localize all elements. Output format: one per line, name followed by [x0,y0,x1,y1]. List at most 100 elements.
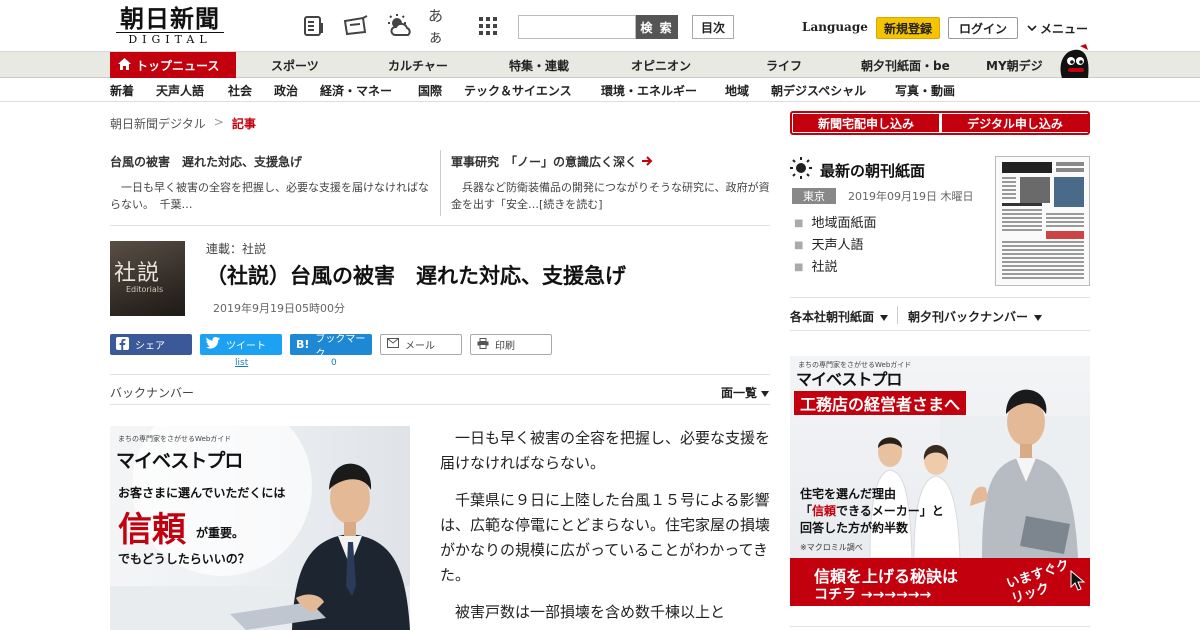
related-article[interactable]: 軍事研究 「ノー」の意識広く深く 兵器など防衛装備品の開発につながりそうな研究に… [451,153,771,213]
subnav-item[interactable]: 国際 [418,78,442,102]
divider [790,297,1090,298]
related-title-text: 軍事研究 「ノー」の意識広く深く [451,155,638,169]
subnav-item[interactable]: 経済・マネー [320,78,392,102]
branch-paper-dropdown[interactable]: 各本社朝刊紙面 [790,308,889,325]
share-label: シェア [135,341,165,352]
print-label: 印刷 [495,341,515,352]
weather-icon[interactable] [386,12,414,40]
sidebar-advertisement[interactable]: まちの専門家をさがせるWebガイド マイベストプロ 工務店の経営者さまへ 住宅を… [790,356,1090,606]
news-icon[interactable] [342,12,370,40]
related-title[interactable]: 台風の被害 遅れた対応、支援急げ [110,153,430,171]
mail-label: メール [405,341,435,352]
paper-date: 2019年09月19日 木曜日 [848,190,974,203]
divider [110,374,770,375]
sun-icon [790,157,812,183]
bullet-icon: ■ [794,262,804,273]
list-item[interactable]: ■ 天声人語 [794,235,876,257]
search-button[interactable]: 検 索 [636,15,678,39]
paper-links: ■ 地域面紙面 ■ 天声人語 ■ 社説 [794,213,876,279]
divider [897,306,898,324]
login-button[interactable]: ログイン [948,17,1018,39]
site-logo[interactable]: 朝日新聞 DIGITAL [110,6,230,46]
subscribe-paper-button[interactable]: 新聞宅配申し込み [793,114,939,132]
nav-item-sports[interactable]: スポーツ [271,52,319,78]
list-item[interactable]: ■ 社説 [794,257,876,279]
ad-line: 「信頼できるメーカー」と [800,503,944,520]
list-all-dropdown[interactable]: 面一覧 [721,384,770,401]
tweet-count[interactable]: list [235,358,248,368]
series-label[interactable]: 連載：社説 [206,240,266,257]
ad-line: でもどうしたらいいの？ [118,552,250,566]
twitter-icon [206,337,220,352]
nav-item-culture[interactable]: カルチャー [388,52,448,78]
subnav-item[interactable]: テック＆サイエンス [464,78,572,102]
article-title: （社説）台風の被害 遅れた対応、支援急げ [206,264,626,288]
article-paragraph: 被害戸数は一部損壊を含め数千棟以上と [455,603,726,621]
secondary-nav: 新着 天声人語 社会 政治 経済・マネー 国際 テック＆サイエンス 環境・エネル… [0,78,1200,102]
nav-item-features[interactable]: 特集・連載 [509,52,569,78]
nav-item-my-asahi[interactable]: MY朝デジ [986,52,1043,78]
menu-button[interactable]: メニュー [1026,20,1088,37]
mascot-icon[interactable] [1054,44,1092,80]
newspaper-thumbnail[interactable] [995,156,1090,286]
subscribe-digital-button[interactable]: デジタル申し込み [942,114,1088,132]
latest-title-text: 最新の朝刊紙面 [820,161,926,180]
print-button[interactable]: 印刷 [470,334,552,355]
tweet-button[interactable]: ツイート [200,334,282,355]
ad-line: お客さまに選んでいただくには [118,486,286,500]
breadcrumb-current: 記事 [231,117,256,131]
backnumber-dropdown[interactable]: 朝夕刊バックナンバー [908,308,1043,325]
list-item[interactable]: ■ 地域面紙面 [794,213,876,235]
ad-note: ※マクロミル調べ [800,543,863,552]
related-article[interactable]: 台風の被害 遅れた対応、支援急げ 一日も早く被害の全容を把握し、必要な支援を届け… [110,153,430,213]
nav-item-paper[interactable]: 朝夕刊紙面・be [861,52,950,78]
search-input[interactable] [518,15,636,39]
font-size-icon[interactable]: あぁ [428,7,456,46]
nav-label: トップニュース [136,58,220,73]
thumbnail-en: Editorials [126,285,164,294]
mail-button[interactable]: メール [380,334,462,355]
logo-jp: 朝日新聞 [120,4,220,33]
subnav-item[interactable]: 天声人語 [156,78,204,102]
article-paragraph: 千葉県に９日に上陸した台風１５号による影響は、広範な停電にとどまらない。住宅家屋… [440,491,771,584]
bookmark-label: ブックマーク [315,333,366,360]
caret-down-icon [761,386,770,400]
subnav-item[interactable]: 新着 [110,78,134,102]
ad-brand: マイベストプロ [796,370,902,389]
edition-badge: 東京 [792,188,836,204]
ad-brand: マイベストプロ [116,450,243,472]
bullet-icon: ■ [794,218,804,229]
subnav-item[interactable]: 環境・エネルギー [601,78,697,102]
ad-line: 回答した方が約半数 [800,521,909,535]
register-button[interactable]: 新規登録 [876,17,940,39]
language-link[interactable]: Language [802,20,868,34]
subnav-item[interactable]: 地域 [725,78,749,102]
hatena-bookmark-button[interactable]: B! ブックマーク [290,334,372,360]
subnav-item[interactable]: 写真・動画 [895,78,955,102]
paper-icon[interactable] [300,12,328,40]
article-advertisement[interactable]: まちの専門家をさがせるWebガイド マイベストプロ お客さまに選んでいただくには… [110,426,410,630]
breadcrumb-home[interactable]: 朝日新聞デジタル [110,115,206,132]
paper-link: 社説 [811,260,838,275]
subnav-item[interactable]: 朝デジスペシャル [771,78,866,102]
divider [440,150,441,216]
nav-item-life[interactable]: ライフ [766,52,802,78]
latest-paper-title[interactable]: 最新の朝刊紙面 [790,157,925,183]
related-title[interactable]: 軍事研究 「ノー」の意識広く深く [451,153,771,171]
toc-button[interactable]: 目次 [692,15,734,39]
nav-item-opinion[interactable]: オピニオン [631,52,691,78]
divider [110,404,770,405]
backnumber-label[interactable]: バックナンバー [110,384,194,401]
breadcrumb: 朝日新聞デジタル > 記事 [110,115,256,132]
divider [790,330,1090,331]
nav-item-top-news[interactable]: トップニュース [110,52,236,78]
subnav-item[interactable]: 社会 [228,78,252,102]
subnav-item[interactable]: 政治 [274,78,298,102]
grid-menu-icon[interactable] [474,12,502,40]
ad-line: が重要。 [196,526,245,540]
facebook-share-button[interactable]: シェア [110,334,192,355]
read-more-link[interactable]: [続きを読む] [539,198,603,211]
chevron-down-icon [1026,22,1038,36]
divider [110,225,770,226]
primary-nav: トップニュース スポーツ カルチャー 特集・連載 オピニオン ライフ 朝夕刊紙面… [0,52,1200,78]
